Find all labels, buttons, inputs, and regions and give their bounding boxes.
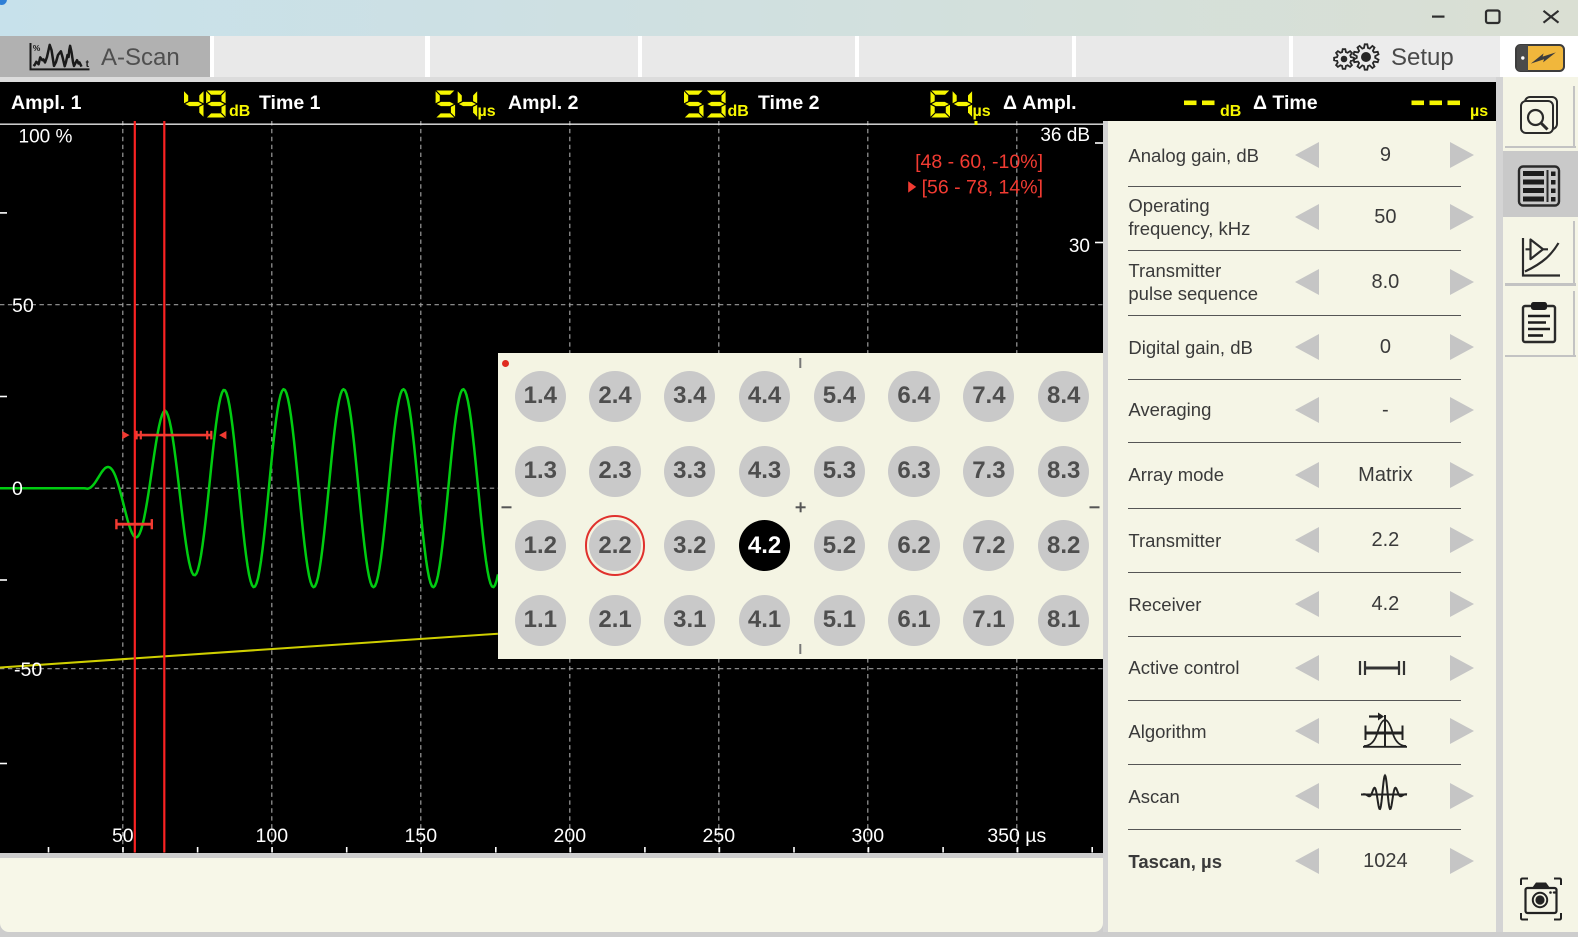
- svg-text:100 %: 100 %: [19, 127, 73, 148]
- svg-text:50: 50: [112, 825, 134, 847]
- svg-text:300: 300: [852, 825, 885, 847]
- svg-text:200: 200: [554, 825, 587, 847]
- svg-text:-50: -50: [14, 659, 42, 681]
- svg-text:350 µs: 350 µs: [987, 825, 1046, 847]
- svg-text:250: 250: [703, 825, 736, 847]
- svg-text:t: t: [86, 59, 90, 70]
- svg-text:%: %: [33, 43, 41, 53]
- svg-text:100: 100: [256, 825, 289, 847]
- svg-text:150: 150: [405, 825, 438, 847]
- svg-text:50: 50: [12, 295, 34, 317]
- svg-text:[48 - 60, -10%]: [48 - 60, -10%]: [915, 151, 1043, 173]
- svg-text:30: 30: [1069, 236, 1090, 257]
- svg-text:0: 0: [12, 478, 23, 500]
- svg-text:36 dB: 36 dB: [1040, 125, 1090, 146]
- svg-text:[56 - 78, 14%]: [56 - 78, 14%]: [922, 177, 1043, 199]
